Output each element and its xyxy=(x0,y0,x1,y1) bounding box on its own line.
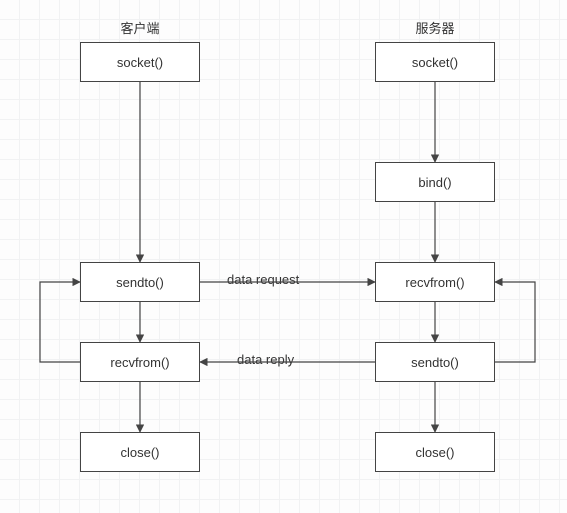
loop-server xyxy=(495,282,535,362)
loop-client xyxy=(40,282,80,362)
connectors xyxy=(0,0,567,513)
